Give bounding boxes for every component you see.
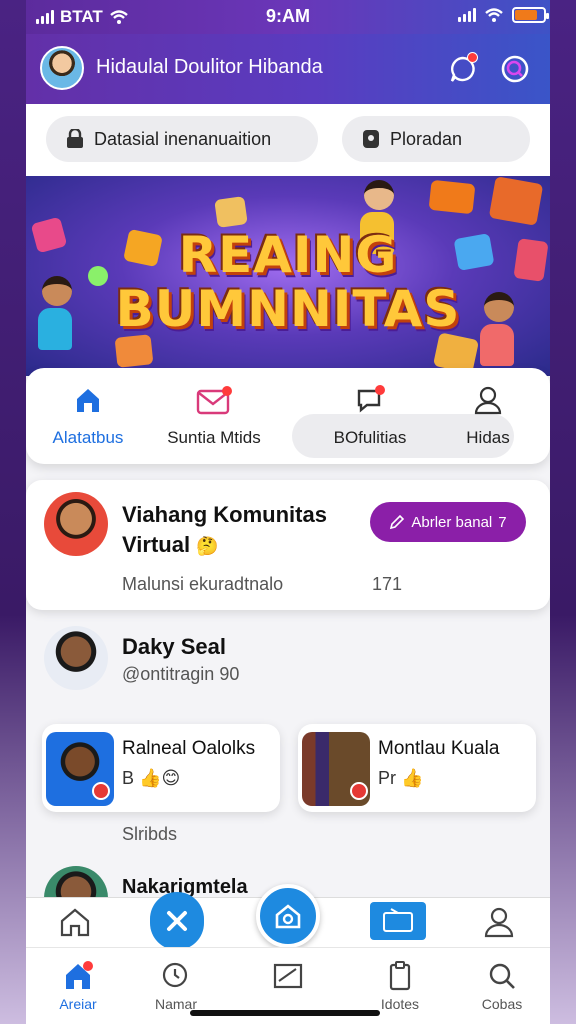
hero-banner[interactable]: REAING BUMNNITAS bbox=[26, 176, 550, 376]
community-title-line1: Viahang Komunitas bbox=[122, 502, 327, 527]
nav-notes[interactable]: Idotes bbox=[370, 956, 430, 1012]
community-count: 171 bbox=[372, 574, 403, 594]
notification-dot bbox=[467, 52, 478, 63]
reaction-icon: 👍 bbox=[401, 768, 424, 788]
video-card-sub-row: Pr 👍 bbox=[378, 768, 423, 789]
battery-icon bbox=[512, 7, 549, 23]
video-card[interactable]: Montlau Kuala Pr 👍 bbox=[298, 724, 536, 812]
wifi-icon-right bbox=[485, 8, 503, 22]
nav-search[interactable]: Cobas bbox=[472, 956, 532, 1012]
search-row: Datasial inenanuaition Ploradan bbox=[26, 104, 550, 176]
reaction-icon: 👍😊 bbox=[139, 768, 181, 788]
decor-shape bbox=[214, 196, 248, 228]
home-icon bbox=[77, 389, 99, 412]
decor-shape bbox=[428, 179, 476, 215]
home-icon bbox=[66, 961, 93, 989]
join-button-suffix: 7 bbox=[498, 513, 507, 531]
join-community-button[interactable]: Abrler banal 7 bbox=[370, 502, 526, 542]
chat-icon bbox=[357, 385, 385, 413]
header-title: Hidaulal Doulitor Hibanda bbox=[96, 56, 323, 78]
tab-label: Suntia Mtids bbox=[167, 428, 261, 447]
banner-line-2: BUMNNITAS bbox=[115, 280, 461, 338]
video-card-sub-row: B 👍😊 bbox=[122, 768, 180, 789]
search-pill-left-label: Datasial inenanuaition bbox=[94, 128, 272, 149]
user-outline-icon bbox=[484, 907, 514, 938]
home-outline-icon bbox=[60, 908, 90, 937]
live-icon bbox=[92, 782, 110, 800]
nav-stats[interactable] bbox=[258, 956, 318, 996]
join-button-label: Abrler banal bbox=[411, 513, 493, 531]
clipboard-icon bbox=[389, 961, 411, 991]
sparkle-icon bbox=[167, 911, 187, 931]
video-card-title: Ralneal Oalolks bbox=[122, 738, 256, 759]
community-card[interactable]: Viahang Komunitas Virtual 🤔 Abrler banal… bbox=[26, 480, 550, 610]
community-title-line2-row: Virtual 🤔 bbox=[122, 530, 327, 561]
decor-shape bbox=[488, 176, 544, 226]
home-indicator[interactable] bbox=[190, 1010, 380, 1016]
home-outline-button[interactable] bbox=[58, 906, 92, 943]
search-pill-right-label: Ploradan bbox=[390, 128, 463, 149]
video-card-title: Montlau Kuala bbox=[378, 738, 500, 759]
video-card-sub: Pr bbox=[378, 768, 396, 788]
location-icon bbox=[363, 130, 379, 148]
emoji-icon: 🤔 bbox=[196, 536, 219, 556]
banner-title: REAING BUMNNITAS bbox=[26, 228, 550, 336]
video-card-sub: B bbox=[122, 768, 135, 788]
mail-icon bbox=[196, 386, 232, 415]
nav-home[interactable]: Areiar bbox=[48, 956, 108, 1012]
frame-right bbox=[550, 0, 576, 1024]
search-icon bbox=[501, 55, 529, 83]
app-header: Hidaulal Doulitor Hibanda bbox=[26, 34, 550, 104]
create-button[interactable] bbox=[150, 892, 204, 950]
decor-shape bbox=[114, 334, 154, 368]
frame-left bbox=[0, 0, 26, 1024]
pencil-icon bbox=[390, 514, 405, 530]
lock-icon bbox=[67, 129, 83, 148]
search-clock-icon bbox=[162, 962, 188, 988]
nav-label: Areiar bbox=[59, 996, 97, 1012]
chart-square-icon bbox=[273, 963, 303, 989]
community-title: Viahang Komunitas Virtual 🤔 bbox=[122, 500, 327, 561]
section-label: Slribds bbox=[122, 824, 178, 844]
tab-activities[interactable]: BOfulitias bbox=[312, 382, 428, 448]
nav-label: Cobas bbox=[481, 996, 523, 1012]
category-tabs: Alatatbus Suntia Mtids BOfulitias Hidas bbox=[26, 368, 550, 464]
tv-button[interactable] bbox=[370, 902, 426, 940]
tab-label: Alatatbus bbox=[52, 428, 124, 447]
search-icon bbox=[489, 963, 515, 989]
tab-label: BOfulitias bbox=[333, 428, 407, 447]
search-pill-left[interactable]: Datasial inenanuaition bbox=[46, 116, 318, 162]
user-icon bbox=[474, 386, 502, 415]
tab-messages[interactable]: Suntia Mtids bbox=[152, 382, 276, 448]
profile-row[interactable]: Daky Seal @ontitragin 90 bbox=[26, 622, 550, 704]
tv-icon bbox=[383, 908, 413, 932]
center-action-button[interactable] bbox=[256, 884, 320, 948]
tab-label: Hidas bbox=[466, 428, 510, 447]
profile-avatar bbox=[44, 626, 108, 690]
nav-label: Idotes bbox=[380, 996, 420, 1012]
status-right bbox=[458, 7, 549, 23]
profile-name: Daky Seal bbox=[122, 634, 226, 659]
profile-outline-button[interactable] bbox=[482, 906, 516, 943]
banner-line-1: REAING bbox=[178, 226, 398, 284]
video-card[interactable]: Ralneal Oalolks B 👍😊 bbox=[42, 724, 280, 812]
home-camera-icon bbox=[275, 904, 301, 929]
phone-screen: BTAT 9:AM Hidaulal Doulitor Hibanda Data… bbox=[26, 0, 550, 1024]
chat-notification-button[interactable] bbox=[446, 52, 480, 86]
community-avatar bbox=[44, 492, 108, 556]
status-bar: BTAT 9:AM bbox=[26, 0, 550, 34]
tab-profile[interactable]: Hidas bbox=[450, 382, 526, 448]
profile-handle: @ontitragin 90 bbox=[122, 664, 240, 684]
user-avatar[interactable] bbox=[40, 46, 84, 90]
community-title-line2: Virtual bbox=[122, 532, 191, 557]
signal-icon-right bbox=[458, 8, 476, 22]
search-pill-right[interactable]: Ploradan bbox=[342, 116, 530, 162]
search-button[interactable] bbox=[498, 52, 532, 86]
nav-explore[interactable]: Namar bbox=[146, 956, 206, 1012]
live-icon bbox=[350, 782, 368, 800]
tab-beranda[interactable]: Alatatbus bbox=[46, 382, 130, 448]
community-meta: Malunsi ekuradtnalo bbox=[122, 574, 284, 594]
